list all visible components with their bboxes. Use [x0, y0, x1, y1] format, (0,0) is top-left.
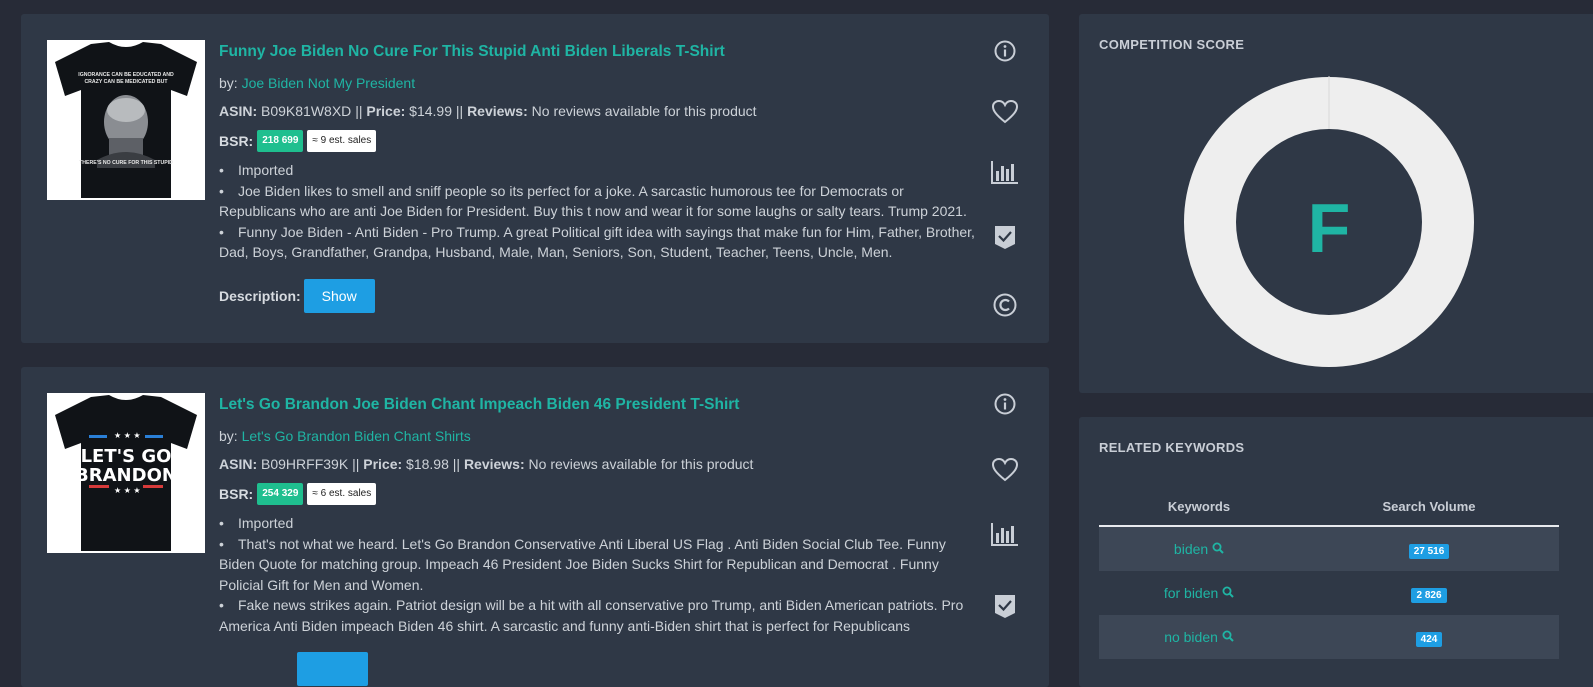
competition-grade: F — [1308, 189, 1351, 267]
bar-chart-icon[interactable] — [987, 157, 1023, 187]
shirt-text-top2: CRAZY CAN BE MEDICATED BUT — [84, 79, 168, 85]
product-byline: by: Joe Biden Not My President — [219, 74, 981, 92]
bsr-label: BSR: — [219, 133, 254, 149]
search-volume-badge: 27 516 — [1408, 544, 1450, 559]
separator: || — [452, 456, 461, 472]
column-header-keywords[interactable]: Keywords — [1099, 499, 1299, 514]
asin-label: ASIN: — [219, 456, 258, 472]
description-row — [219, 652, 981, 686]
product-title[interactable]: Funny Joe Biden No Cure For This Stupid … — [219, 42, 981, 62]
svg-text:★ ★ ★: ★ ★ ★ — [114, 486, 141, 495]
search-icon[interactable] — [1212, 542, 1224, 554]
list-item: • Imported — [219, 162, 294, 178]
list-item: • Joe Biden likes to smell and sniff peop… — [219, 182, 967, 220]
product-title[interactable]: Let's Go Brandon Joe Biden Chant Impeach… — [219, 395, 981, 415]
reviews-label: Reviews: — [467, 103, 528, 119]
shirt-text-bottom: THERE'S NO CURE FOR THIS STUPID — [79, 160, 173, 166]
table-row: for biden 2 826 — [1099, 571, 1559, 615]
panel-title: RELATED KEYWORDS — [1099, 440, 1245, 455]
price-label: Price: — [366, 103, 406, 119]
list-item: • That's not what we heard. Let's Go Bran… — [219, 535, 946, 593]
info-icon[interactable] — [987, 36, 1023, 66]
keyword-link[interactable]: no biden — [1164, 629, 1234, 645]
price-label: Price: — [363, 456, 403, 472]
keywords-table: Keywords Search Volume biden 27 516 for … — [1099, 487, 1559, 659]
keyword-link[interactable]: biden — [1174, 541, 1224, 557]
competition-donut: F — [1184, 76, 1474, 367]
table-row: no biden 424 — [1099, 615, 1559, 659]
separator: || — [355, 103, 363, 119]
brand-link[interactable]: Let's Go Brandon Biden Chant Shirts — [242, 428, 471, 444]
column-header-search-volume[interactable]: Search Volume — [1299, 499, 1559, 514]
product-image[interactable]: ★ ★ ★ LET'S GO BRANDON ★ ★ ★ — [47, 393, 205, 553]
bsr-badge: 254 329 — [257, 483, 304, 505]
reviews-value: No reviews available for this product — [528, 456, 754, 472]
search-icon[interactable] — [1222, 586, 1234, 598]
separator: || — [352, 456, 360, 472]
keyword-link[interactable]: for biden — [1164, 585, 1234, 601]
asin-value: B09K81W8XD — [261, 103, 352, 119]
product-details: Let's Go Brandon Joe Biden Chant Impeach… — [219, 395, 981, 686]
bsr-label: BSR: — [219, 486, 254, 502]
product-details: Funny Joe Biden No Cure For This Stupid … — [219, 42, 981, 313]
est-sales-badge: ≈ 6 est. sales — [307, 483, 377, 505]
product-card: ★ ★ ★ LET'S GO BRANDON ★ ★ ★ Let's Go Br… — [21, 367, 1049, 687]
bar-chart-icon[interactable] — [987, 519, 1023, 549]
feature-bullets: • Imported • That's not what we heard. Let… — [219, 513, 981, 636]
search-volume-badge: 2 826 — [1411, 588, 1447, 603]
shirt-text-top1: IGNORANCE CAN BE EDUCATED AND — [78, 72, 174, 78]
list-item: • Fake news strikes again. Patriot design… — [219, 597, 964, 634]
shirt-text-line2: BRANDON — [75, 465, 177, 486]
product-image[interactable]: IGNORANCE CAN BE EDUCATED AND CRAZY CAN … — [47, 40, 205, 200]
table-header: Keywords Search Volume — [1099, 487, 1559, 527]
price-value: $18.98 — [406, 456, 449, 472]
price-value: $14.99 — [409, 103, 452, 119]
product-card: IGNORANCE CAN BE EDUCATED AND CRAZY CAN … — [21, 14, 1049, 343]
list-item: • Imported — [219, 515, 294, 531]
search-volume-badge: 424 — [1415, 632, 1443, 647]
asin-label: ASIN: — [219, 103, 258, 119]
shield-check-icon[interactable] — [987, 222, 1023, 252]
description-row: Description: Show — [219, 278, 981, 313]
svg-text:★ ★ ★: ★ ★ ★ — [114, 431, 141, 440]
heart-icon[interactable] — [987, 455, 1023, 485]
panel-title: COMPETITION SCORE — [1099, 37, 1245, 52]
list-item: • Funny Joe Biden - Anti Biden - Pro Trum… — [219, 223, 975, 261]
copyright-icon[interactable] — [987, 290, 1023, 320]
shield-check-icon[interactable] — [987, 591, 1023, 621]
table-row: biden 27 516 — [1099, 527, 1559, 571]
brand-link[interactable]: Joe Biden Not My President — [242, 75, 416, 91]
by-label: by: — [219, 75, 238, 91]
product-meta: ASIN: B09K81W8XD || Price: $14.99 || Rev… — [219, 102, 981, 120]
bsr-row: BSR: 254 329 ≈ 6 est. sales — [219, 483, 981, 505]
info-icon[interactable] — [987, 389, 1023, 419]
asin-value: B09HRFF39K — [261, 456, 349, 472]
related-keywords-panel: RELATED KEYWORDS Keywords Search Volume … — [1079, 417, 1593, 687]
show-description-button[interactable]: Show — [303, 278, 375, 313]
competition-score-panel: COMPETITION SCORE F — [1079, 14, 1593, 393]
est-sales-badge: ≈ 9 est. sales — [307, 130, 377, 152]
product-meta: ASIN: B09HRFF39K || Price: $18.98 || Rev… — [219, 455, 981, 473]
reviews-value: No reviews available for this product — [531, 103, 757, 119]
feature-bullets: • Imported • Joe Biden likes to smell and … — [219, 160, 981, 263]
show-description-button[interactable] — [297, 652, 368, 686]
reviews-label: Reviews: — [463, 456, 525, 472]
bsr-badge: 218 699 — [257, 130, 304, 152]
by-label: by: — [219, 428, 238, 444]
heart-icon[interactable] — [987, 97, 1023, 127]
separator: || — [455, 103, 464, 119]
product-byline: by: Let's Go Brandon Biden Chant Shirts — [219, 427, 981, 445]
bsr-row: BSR: 218 699 ≈ 9 est. sales — [219, 130, 981, 152]
search-icon[interactable] — [1222, 630, 1234, 642]
shirt-text-line1: LET'S GO — [81, 446, 172, 467]
description-label: Description: — [219, 287, 301, 304]
